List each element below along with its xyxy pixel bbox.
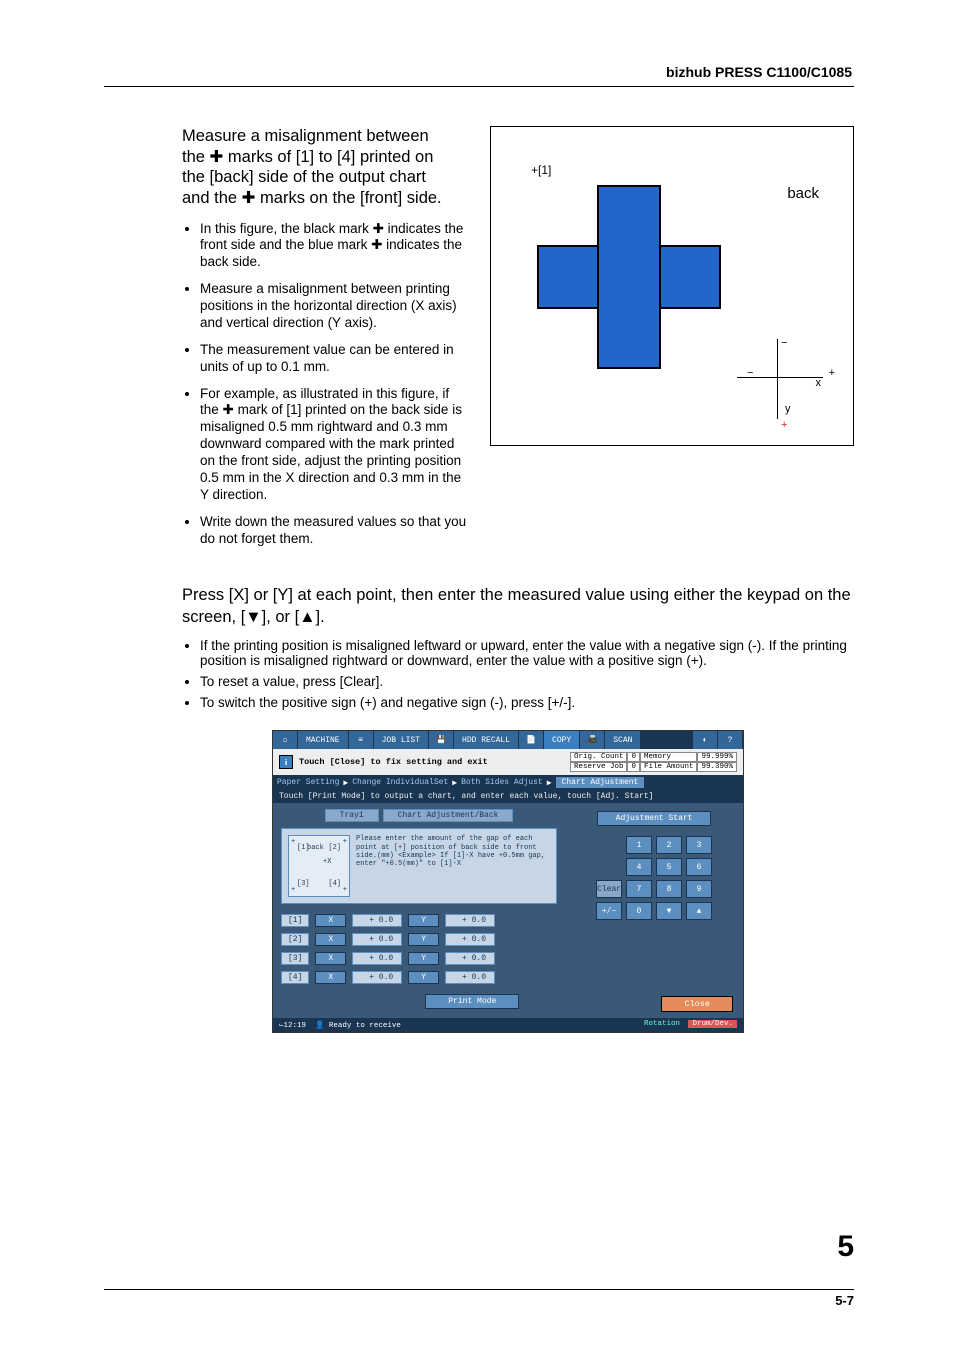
x-value: + 0.0 (352, 933, 402, 946)
info-bar: i Touch [Close] to fix setting and exit … (273, 749, 743, 775)
tab-joblist[interactable]: JOB LIST (374, 731, 429, 749)
y-button[interactable]: Y (408, 914, 439, 927)
key-plus-minus[interactable]: +/− (596, 902, 622, 920)
y-button[interactable]: Y (408, 971, 439, 984)
tab-hdd-recall[interactable]: HDD RECALL (454, 731, 519, 749)
key-1[interactable]: 1 (626, 836, 652, 854)
status-readouts: Orig. Count0 Memory99.999% Reserve Job0 … (570, 752, 737, 772)
key-9[interactable]: 9 (686, 880, 712, 898)
status-rotation: Rotation (640, 1020, 684, 1028)
key-4[interactable]: 4 (626, 858, 652, 876)
control-panel-screenshot: ⌂ MACHINE ≡ JOB LIST 💾 HDD RECALL 📄 COPY… (272, 730, 744, 1033)
x-value: + 0.0 (352, 952, 402, 965)
key-7[interactable]: 7 (626, 880, 652, 898)
instruction-bullets: In this figure, the black mark ✚ indicat… (182, 221, 470, 548)
row-label: [2] (281, 933, 309, 946)
adjustment-start-button[interactable]: Adjustment Start (597, 811, 712, 826)
copy-icon[interactable]: 📄 (519, 731, 544, 749)
tray-chip: Tray1 (325, 809, 379, 822)
crumb-current: Chart Adjustment (556, 777, 645, 788)
row-label: [4] (281, 971, 309, 984)
header-rule (104, 86, 854, 87)
product-name: bizhub PRESS C1100/C1085 (666, 64, 852, 80)
key-0[interactable]: 0 (626, 902, 652, 920)
back-label: back (787, 185, 819, 202)
key-2[interactable]: 2 (656, 836, 682, 854)
y-value: + 0.0 (445, 971, 495, 984)
crumb-change[interactable]: Change IndividualSet (352, 778, 448, 787)
chart-chip: Chart Adjustment/Back (383, 809, 514, 822)
home-icon[interactable]: ⌂ (273, 731, 298, 749)
list-icon[interactable]: ≡ (349, 731, 374, 749)
accessibility-icon[interactable]: ◐ (693, 731, 718, 749)
bullet-item: The measurement value can be entered in … (200, 342, 470, 376)
row-label: [1] (281, 914, 309, 927)
bullet-item: To reset a value, press [Clear]. (200, 674, 870, 689)
key-up[interactable]: ▲ (686, 902, 712, 920)
tab-machine[interactable]: MACHINE (298, 731, 349, 749)
info-message: Touch [Close] to fix setting and exit (299, 757, 488, 767)
help-icon[interactable]: ? (718, 731, 743, 749)
key-5[interactable]: 5 (656, 858, 682, 876)
y-button[interactable]: Y (408, 933, 439, 946)
measure-row-2: [2] X + 0.0 Y + 0.0 (281, 933, 557, 946)
x-button[interactable]: X (315, 971, 346, 984)
numeric-keypad: 1 2 3 4 5 6 Clear 7 8 9 +/− 0 ▼ ▲ (596, 836, 712, 920)
bullet-item: In this figure, the black mark ✚ indicat… (200, 221, 470, 272)
y-value: + 0.0 (445, 952, 495, 965)
breadcrumb: Paper Setting ▶ Change IndividualSet ▶ B… (273, 775, 743, 790)
key-clear[interactable]: Clear (596, 880, 622, 898)
measure-instruction: Measure a misalignment between the ✚ mar… (182, 126, 452, 209)
status-bar: ⌙12:19 👤 Ready to receive Rotation Drum/… (273, 1018, 743, 1032)
press-bullets: If the printing position is misaligned l… (182, 638, 870, 710)
back-side-plus-mark (537, 185, 717, 365)
key-3[interactable]: 3 (686, 836, 712, 854)
example-box: + + + + [1] [2] [3] [4] back +X Please e… (281, 828, 557, 904)
crumb-sides[interactable]: Both Sides Adjust (461, 778, 543, 787)
measure-row-1: [1] X + 0.0 Y + 0.0 (281, 914, 557, 927)
example-figure: + + + + [1] [2] [3] [4] back +X (288, 835, 350, 897)
tab-scan[interactable]: SCAN (605, 731, 641, 749)
example-text: Please enter the amount of the gap of ea… (356, 835, 550, 897)
key-8[interactable]: 8 (656, 880, 682, 898)
row-label: [3] (281, 952, 309, 965)
x-button[interactable]: X (315, 933, 346, 946)
mark-1-label: +[1] (531, 163, 551, 177)
axis-diagram: − + x − + y (737, 339, 837, 429)
close-button[interactable]: Close (661, 996, 733, 1012)
bullet-item: To switch the positive sign (+) and nega… (200, 695, 870, 710)
misalignment-diagram: +[1] back − + x − + y (490, 126, 854, 446)
crumb-paper[interactable]: Paper Setting (277, 778, 339, 787)
print-mode-button[interactable]: Print Mode (425, 994, 519, 1009)
footer-rule (104, 1289, 854, 1290)
measurement-rows: [1] X + 0.0 Y + 0.0 [2] X + 0.0 Y + 0.0 (281, 914, 557, 984)
y-value: + 0.0 (445, 914, 495, 927)
x-value: + 0.0 (352, 914, 402, 927)
info-icon: i (279, 755, 293, 769)
status-drum: Drum/Dev. (688, 1020, 737, 1028)
disk-icon[interactable]: 💾 (429, 731, 454, 749)
bullet-item: For example, as illustrated in this figu… (200, 386, 470, 504)
y-value: + 0.0 (445, 933, 495, 946)
bullet-item: Measure a misalignment between printing … (200, 281, 470, 332)
main-tabs: ⌂ MACHINE ≡ JOB LIST 💾 HDD RECALL 📄 COPY… (273, 731, 743, 749)
panel-hint: Touch [Print Mode] to output a chart, an… (273, 790, 743, 803)
status-ready: Ready to receive (329, 1022, 401, 1030)
key-down[interactable]: ▼ (656, 902, 682, 920)
key-6[interactable]: 6 (686, 858, 712, 876)
bullet-item: If the printing position is misaligned l… (200, 638, 870, 668)
measure-row-4: [4] X + 0.0 Y + 0.0 (281, 971, 557, 984)
y-button[interactable]: Y (408, 952, 439, 965)
scan-icon[interactable]: 📠 (580, 731, 605, 749)
tab-copy[interactable]: COPY (544, 731, 580, 749)
x-button[interactable]: X (315, 952, 346, 965)
chapter-number: 5 (837, 1230, 854, 1264)
page-number: 5-7 (835, 1293, 854, 1308)
x-button[interactable]: X (315, 914, 346, 927)
press-instruction: Press [X] or [Y] at each point, then ent… (182, 585, 852, 628)
bullet-item: Write down the measured values so that y… (200, 514, 470, 548)
measure-row-3: [3] X + 0.0 Y + 0.0 (281, 952, 557, 965)
status-time: ⌙12:19 (279, 1022, 306, 1030)
x-value: + 0.0 (352, 971, 402, 984)
